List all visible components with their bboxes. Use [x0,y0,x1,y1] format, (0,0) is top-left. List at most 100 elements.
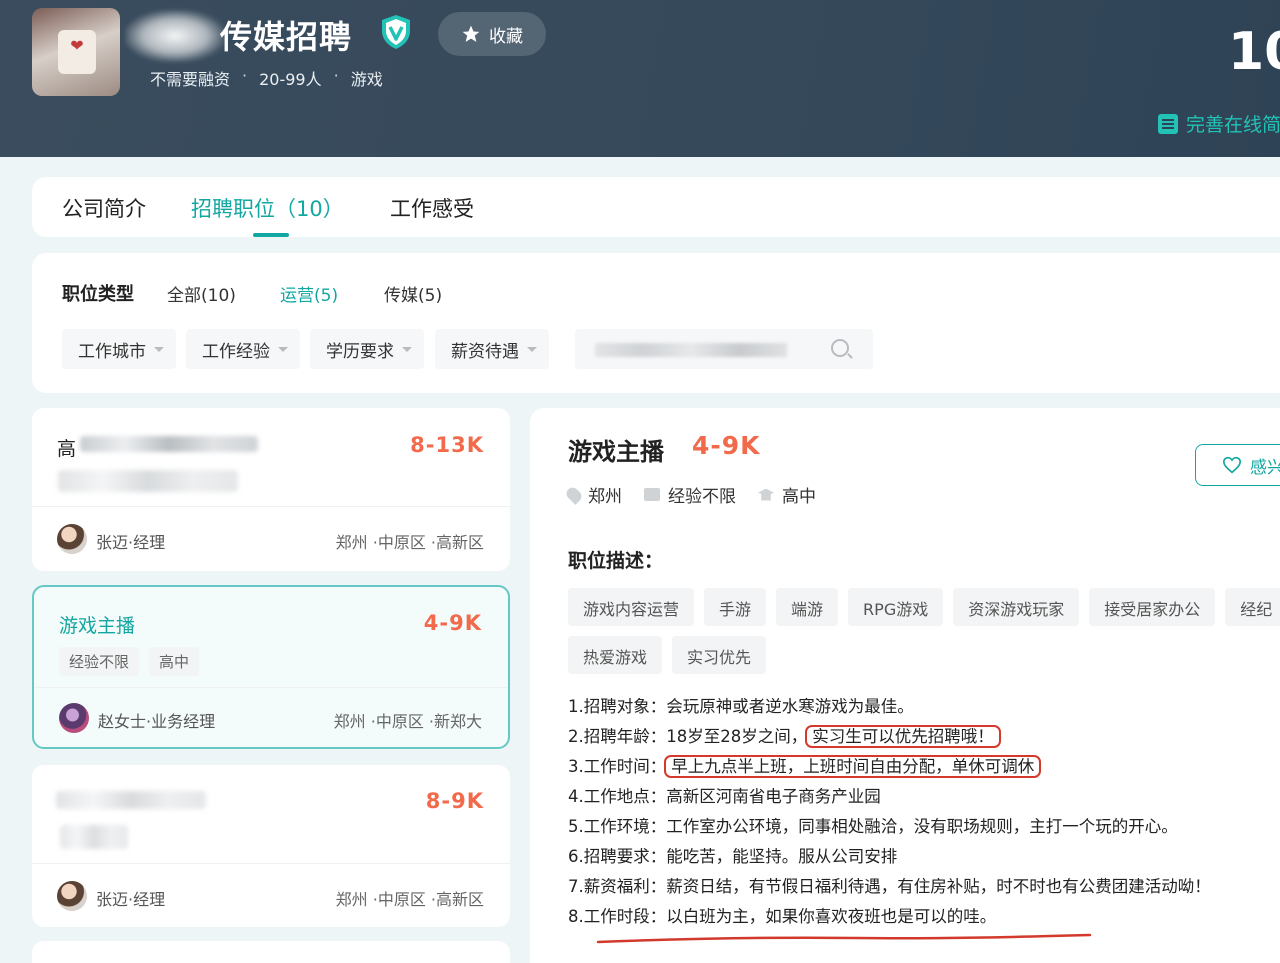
job-location: 郑州 ·中原区 ·新郑大 [333,712,482,731]
avatar [59,703,89,733]
tab-company-intro[interactable]: 公司简介 [62,193,146,223]
company-meta: 不需要融资 · 20-99人 · 游戏 [150,66,383,89]
salary-dropdown[interactable]: 薪资待遇 [435,329,549,369]
detail-experience: 经验不限 [668,487,736,507]
complete-resume-label: 完善在线简 [1186,114,1280,136]
chevron-down-icon [154,346,164,352]
chevron-down-icon [402,346,412,352]
recruiter-name: 赵女士·业务经理 [98,712,216,731]
active-tab-indicator [253,233,289,237]
skill-tag: 经纪 [1225,588,1280,626]
desc-line-text: 2.招聘年龄：18岁至28岁之间， [568,727,808,746]
skill-tag: RPG游戏 [848,588,944,626]
heart-outline-icon [1222,456,1242,474]
type-media[interactable]: 传媒(5) [384,281,442,306]
redacted-title [80,436,258,452]
avatar [57,524,87,554]
highlight-box: 实习生可以优先招聘哦！ [805,725,1001,748]
job-salary: 4-9K [423,611,482,635]
company-header: ❤ 传媒招聘 收藏 不需要融资 · 20-99人 · 游戏 10 完善在线简 [0,0,1280,157]
funding-stage: 不需要融资 [150,70,231,89]
type-operation[interactable]: 运营(5) [280,281,338,306]
position-type-label: 职位类型 [62,284,134,305]
salary-dropdown-label: 薪资待遇 [451,341,519,362]
star-icon [462,25,480,42]
job-detail-panel: 游戏主播 4-9K 感兴 郑州 经验不限 高中 职位描述： 游戏内容运营 手游 … [530,408,1280,963]
job-title: 高 [57,438,77,460]
job-location: 郑州 ·中原区 ·高新区 [335,533,484,552]
card-divider [32,863,510,864]
redacted-tags [60,825,128,849]
company-name: 传媒招聘 [220,18,353,56]
briefcase-icon [644,488,660,501]
filter-panel: 职位类型 全部(10) 运营(5) 传媒(5) 工作城市 工作经验 学历要求 薪… [32,253,1280,393]
tab-bar: 公司简介 招聘职位（10） 工作感受 [32,177,1280,237]
card-divider [34,687,508,688]
skill-tag: 端游 [776,588,839,626]
job-salary: 8-13K [410,433,484,457]
desc-line: 3.工作时间： 早上九点半上班，上班时间自由分配，单休可调休 [568,752,1278,782]
detail-tags: 游戏内容运营 手游 端游 RPG游戏 资深游戏玩家 接受居家办公 经纪 热爱游戏… [568,588,1280,674]
job-count: 10 [1228,22,1280,82]
avatar [57,881,87,911]
detail-salary: 4-9K [692,431,761,460]
job-tag: 经验不限 [59,647,140,676]
detail-title: 游戏主播 [568,438,664,466]
education-dropdown[interactable]: 学历要求 [310,329,424,369]
handwritten-underline [596,933,1092,944]
redacted-name [125,10,225,62]
job-salary: 8-9K [425,789,484,813]
type-all[interactable]: 全部(10) [167,281,236,306]
graduation-cap-icon [758,488,774,501]
skill-tag: 资深游戏玩家 [953,588,1080,626]
company-logo: ❤ [32,8,120,96]
desc-line: 7.薪资福利：薪资日结，有节假日福利待遇，有住房补贴，时不时也有公费团建活动呦！ [568,877,1211,896]
detail-city: 郑州 [588,487,622,507]
job-tag: 高中 [149,647,200,676]
favorite-label: 收藏 [489,26,523,47]
interested-button[interactable]: 感兴 [1195,444,1280,486]
city-dropdown[interactable]: 工作城市 [62,329,176,369]
search-icon[interactable] [831,339,849,357]
desc-line: 2.招聘年龄：18岁至28岁之间， 实习生可以优先招聘哦！ [568,722,1278,752]
job-description: 1.招聘对象：会玩原神或者逆水寒游戏为最佳。 2.招聘年龄：18岁至28岁之间，… [568,692,1278,932]
complete-resume-link[interactable]: 完善在线简 [1158,110,1280,137]
desc-line-text: 3.工作时间： [568,757,667,776]
experience-dropdown[interactable]: 工作经验 [186,329,300,369]
job-title: 游戏主播 [59,615,136,637]
favorite-button[interactable]: 收藏 [438,12,546,56]
skill-tag: 实习优先 [672,636,767,674]
job-card[interactable]: 8-9K 张迈·经理 郑州 ·中原区 ·高新区 [32,765,510,927]
job-card[interactable] [32,941,510,963]
chevron-down-icon [527,346,537,352]
company-size: 20-99人 [259,70,322,89]
heart-icon: ❤ [70,36,84,55]
recruiter-name: 张迈·经理 [96,533,166,552]
skill-tag: 接受居家办公 [1089,588,1216,626]
resume-icon [1158,113,1178,134]
location-pin-icon [564,484,584,505]
skill-tag: 手游 [704,588,767,626]
job-card-selected[interactable]: 游戏主播 4-9K 经验不限 高中 赵女士·业务经理 郑州 ·中原区 ·新郑大 [32,585,510,749]
desc-line: 6.招聘要求：能吃苦，能坚持。服从公司安排 [568,847,898,866]
tab-work-feelings[interactable]: 工作感受 [390,193,474,223]
desc-line: 4.工作地点：高新区河南省电子商务产业园 [568,787,881,806]
recruiter-name: 张迈·经理 [96,890,166,909]
experience-dropdown-label: 工作经验 [202,341,270,362]
skill-tag: 热爱游戏 [568,636,663,674]
chevron-down-icon [278,346,288,352]
redacted-tags [58,470,238,492]
city-dropdown-label: 工作城市 [78,341,146,362]
description-heading: 职位描述： [568,550,664,572]
redacted-title [56,791,206,809]
desc-line: 5.工作环境：工作室办公环境，同事相处融洽，没有职场规则，主打一个玩的开心。 [568,817,1178,836]
education-dropdown-label: 学历要求 [326,341,394,362]
tab-jobs[interactable]: 招聘职位（10） [191,193,344,223]
search-input[interactable] [575,329,873,369]
card-divider [32,506,510,507]
interested-label: 感兴 [1250,457,1280,478]
desc-line: 8.工作时段：以白班为主，如果你喜欢夜班也是可以的哇。 [568,907,997,926]
job-card[interactable]: 高 8-13K 张迈·经理 郑州 ·中原区 ·高新区 [32,408,510,571]
redacted-placeholder [595,343,787,357]
verified-shield-icon [382,15,410,49]
